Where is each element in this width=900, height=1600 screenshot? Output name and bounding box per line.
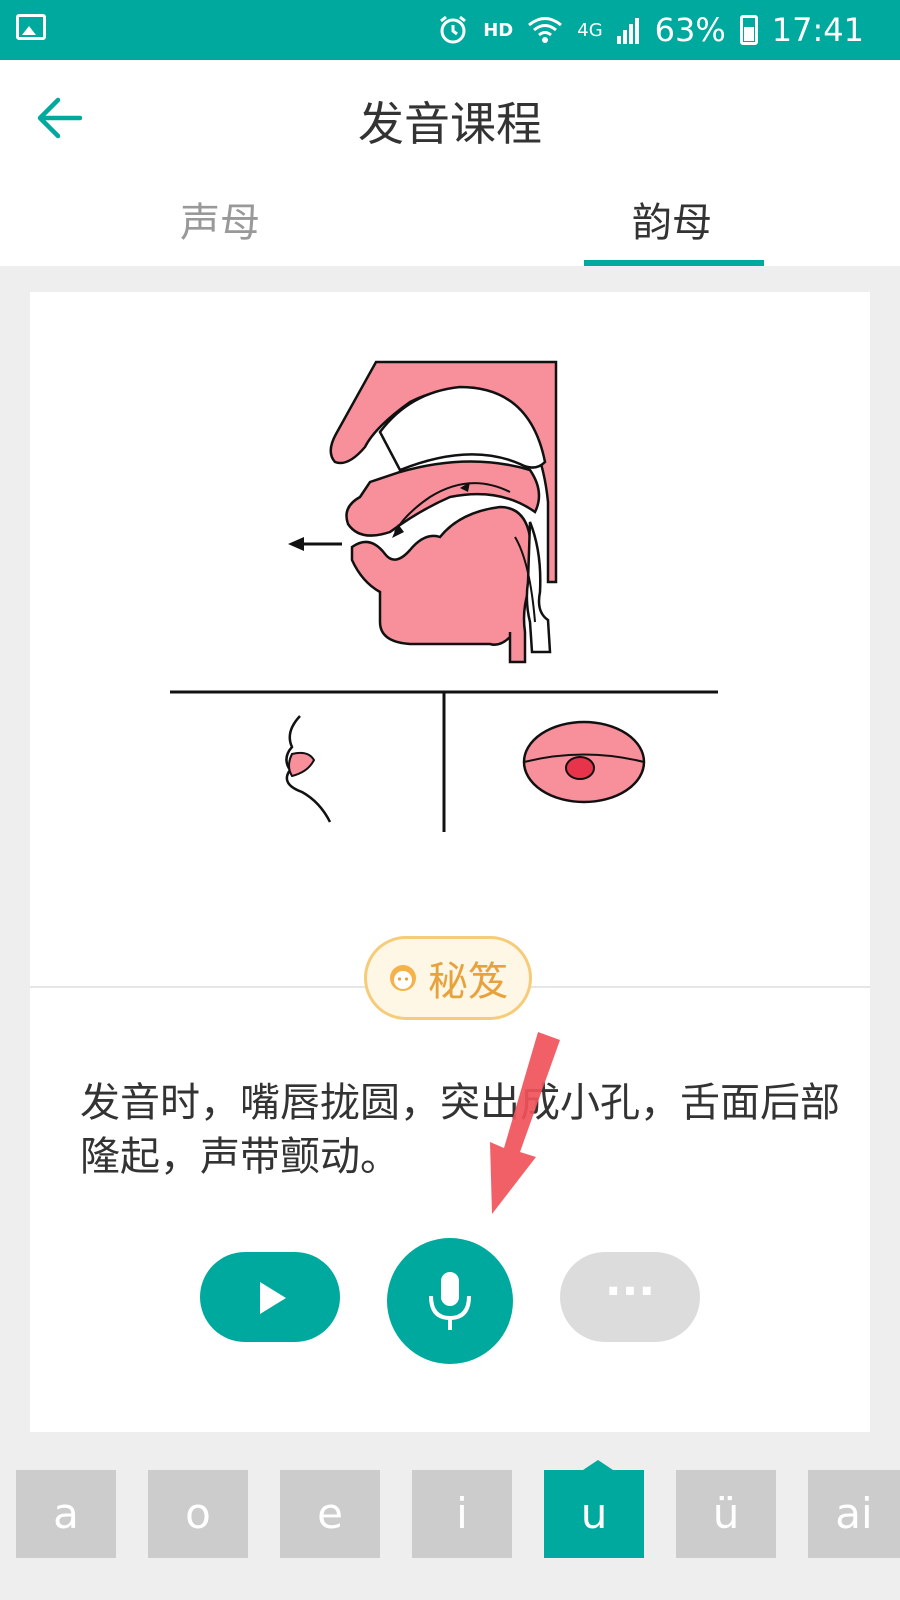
- record-button[interactable]: [387, 1238, 513, 1364]
- page-title: 发音课程: [358, 97, 542, 151]
- mouth-diagram-illustration: [170, 360, 718, 832]
- tips-label: 秘笈: [428, 959, 508, 1005]
- battery-icon: [739, 15, 758, 45]
- alarm-icon: [440, 15, 467, 44]
- smiley-face-icon: [390, 965, 416, 991]
- more-button[interactable]: ···: [560, 1252, 700, 1342]
- wifi-icon: [528, 17, 563, 43]
- gallery-notification-icon: [16, 14, 46, 40]
- hd-indicator: HD: [483, 19, 514, 41]
- status-bar-right: HD 4G 63% 17:41: [437, 8, 864, 52]
- status-bar: HD 4G 63% 17:41: [0, 0, 900, 60]
- letter-o[interactable]: o: [148, 1470, 248, 1558]
- play-button[interactable]: [200, 1252, 340, 1342]
- letter-ai[interactable]: ai: [808, 1470, 900, 1558]
- letter-selector: a o e i u ü ai: [0, 1470, 900, 1560]
- playback-controls: ···: [30, 1238, 870, 1368]
- play-icon: [260, 1282, 286, 1314]
- app-header: 发音课程: [0, 60, 900, 170]
- microphone-icon: [429, 1272, 471, 1330]
- clock: 17:41: [771, 11, 864, 49]
- tab-finals[interactable]: 韵母: [632, 190, 712, 248]
- battery-percent: 63%: [654, 11, 726, 49]
- letter-e[interactable]: e: [280, 1470, 380, 1558]
- tab-bar: 声母 韵母: [0, 170, 900, 266]
- active-tab-indicator: [584, 260, 764, 266]
- letter-a[interactable]: a: [16, 1470, 116, 1558]
- letter-i[interactable]: i: [412, 1470, 512, 1558]
- letter-u-umlaut[interactable]: ü: [676, 1470, 776, 1558]
- lesson-card: 秘笈 发音时，嘴唇拢圆，突出成小孔，舌面后部隆起，声带颤动。 ···: [30, 292, 870, 1432]
- letter-u[interactable]: u: [544, 1470, 644, 1558]
- network-type: 4G: [577, 19, 603, 41]
- tips-button[interactable]: 秘笈: [364, 936, 532, 1020]
- annotation-arrow: [490, 1032, 560, 1214]
- signal-icon: [616, 18, 639, 44]
- tab-initials[interactable]: 声母: [180, 190, 260, 248]
